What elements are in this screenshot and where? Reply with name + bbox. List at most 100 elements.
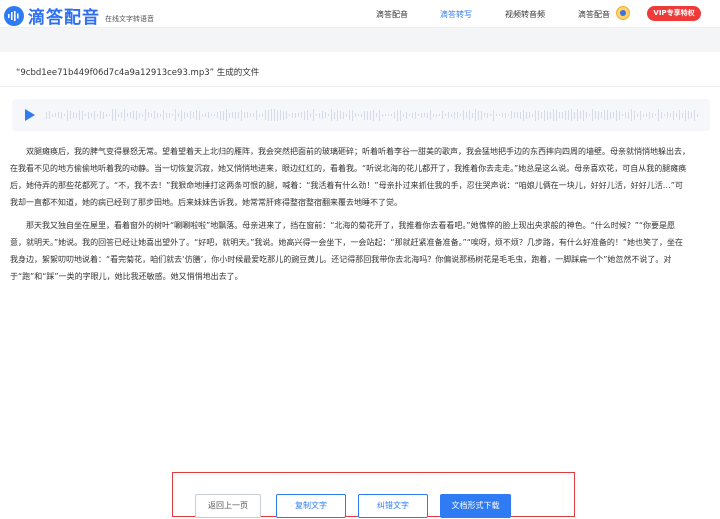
waveform-bar [544, 109, 545, 121]
vip-button[interactable]: VIP专享特权 [647, 6, 701, 21]
waveform-bar [157, 112, 158, 118]
waveform-bar [208, 112, 209, 118]
waveform-bar [508, 114, 509, 116]
waveform-bar [499, 114, 500, 116]
waveform-bar [580, 111, 581, 119]
waveform-bar [154, 111, 155, 119]
waveform-bar [643, 113, 644, 117]
waveform-bar [382, 113, 383, 117]
waveform-bar [250, 113, 251, 117]
waveform-bar [553, 109, 554, 121]
waveform-bar [691, 112, 692, 118]
waveform-bar [547, 110, 548, 120]
logo-subtitle: 在线文字转语音 [105, 14, 154, 23]
waveform-bar [328, 114, 329, 116]
waveform-bar [520, 111, 521, 119]
waveform-bar [106, 113, 107, 117]
waveform-bar [436, 113, 437, 117]
waveform-bar [634, 110, 635, 120]
user-avatar-icon[interactable] [616, 6, 630, 20]
logo[interactable]: 滴答配音 在线文字转语音 [4, 3, 154, 28]
waveform[interactable] [46, 107, 700, 123]
waveform-bar [565, 110, 566, 120]
waveform-bar [241, 109, 242, 121]
waveform-bar [301, 112, 302, 118]
waveform-bar [151, 113, 152, 117]
correct-text-button[interactable]: 纠错文字 [358, 494, 428, 518]
waveform-bar [256, 110, 257, 120]
waveform-bar [502, 113, 503, 117]
waveform-bar [349, 110, 350, 120]
waveform-bar [616, 109, 617, 121]
waveform-bar [205, 113, 206, 117]
waveform-bar [379, 109, 380, 121]
download-document-button[interactable]: 文档形式下载 [440, 494, 511, 518]
waveform-bar [517, 112, 518, 118]
waveform-bar [409, 114, 410, 116]
nav-transcribe[interactable]: 滴答转写 [440, 9, 472, 20]
waveform-bar [346, 113, 347, 117]
back-button[interactable]: 返回上一页 [195, 494, 261, 518]
waveform-bar [370, 110, 371, 120]
nav-video-to-audio[interactable]: 视频转音频 [505, 9, 545, 20]
waveform-bar [679, 110, 680, 120]
nav-dubbing-user[interactable]: 滴答配音 [578, 9, 610, 20]
waveform-bar [427, 112, 428, 118]
play-icon[interactable] [25, 109, 35, 121]
waveform-bar [394, 111, 395, 119]
waveform-bar [523, 109, 524, 121]
waveform-bar [85, 114, 86, 116]
waveform-bar [253, 113, 254, 117]
waveform-bar [646, 113, 647, 117]
waveform-bar [505, 112, 506, 118]
waveform-bar [697, 113, 698, 117]
waveform-bar [142, 113, 143, 117]
waveform-bar [430, 110, 431, 120]
waveform-bar [412, 112, 413, 118]
waveform-bar [289, 114, 290, 116]
waveform-bar [109, 114, 110, 116]
nav-dubbing[interactable]: 滴答配音 [376, 9, 408, 20]
waveform-bar [403, 113, 404, 117]
waveform-bar [649, 111, 650, 119]
waveform-bar [286, 111, 287, 119]
waveform-bar [541, 111, 542, 119]
waveform-bar [235, 111, 236, 119]
waveform-bar [97, 113, 98, 117]
waveform-bar [103, 111, 104, 119]
waveform-bar [421, 112, 422, 118]
waveform-bar [91, 113, 92, 117]
waveform-bar [406, 111, 407, 119]
waveform-bar [460, 114, 461, 116]
waveform-bar [664, 114, 665, 116]
waveform-bar [538, 110, 539, 120]
waveform-bar [169, 112, 170, 118]
waveform-bar [676, 113, 677, 117]
waveform-bar [76, 112, 77, 118]
waveform-bar [292, 112, 293, 118]
waveform-bar [574, 111, 575, 119]
waveform-bar [73, 112, 74, 118]
waveform-bar [361, 113, 362, 117]
waveform-bar [478, 110, 479, 120]
waveform-bar [304, 110, 305, 120]
audio-player[interactable] [12, 99, 710, 131]
waveform-bar [445, 114, 446, 116]
waveform-bar [325, 112, 326, 118]
waveform-bar [586, 112, 587, 118]
waveform-bar [271, 109, 272, 121]
transcript-text: 双腿瘫痪后，我的脾气变得暴怒无常。望着望着天上北归的雁阵，我会突然把面前的玻璃砸… [10, 143, 690, 291]
copy-text-button[interactable]: 复制文字 [276, 494, 346, 518]
waveform-bar [415, 111, 416, 119]
waveform-bar [166, 112, 167, 118]
waveform-bar [454, 111, 455, 119]
waveform-bar [133, 111, 134, 119]
waveform-bar [268, 109, 269, 121]
logo-text: 滴答配音 [28, 8, 100, 28]
waveform-bar [217, 112, 218, 118]
waveform-bar [211, 114, 212, 116]
waveform-bar [595, 111, 596, 119]
waveform-bar [337, 109, 338, 121]
waveform-bar [238, 112, 239, 118]
waveform-bar [670, 113, 671, 117]
